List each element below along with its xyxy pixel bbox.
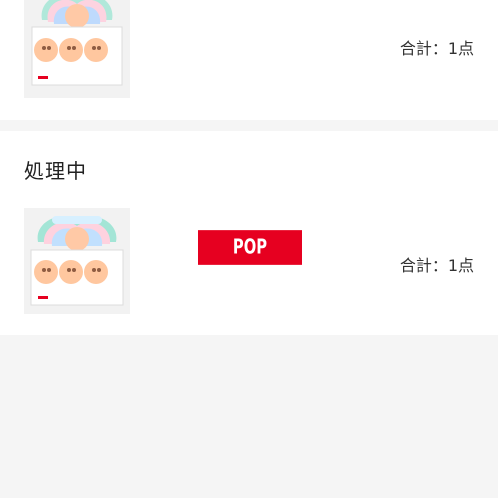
order-total: 合計：1点 — [399, 256, 474, 275]
order-status: 処理中 — [24, 159, 87, 183]
order-card[interactable]: 処理中 POP MART 合計：1点 — [0, 131, 498, 335]
blind-box-product-image — [24, 208, 130, 314]
product-image[interactable] — [24, 208, 130, 314]
product-image[interactable] — [24, 0, 130, 98]
blind-box-product-image — [24, 0, 130, 98]
order-card[interactable]: 合計：1点 — [0, 0, 498, 120]
brand-logo: POP MART — [198, 230, 302, 294]
order-total: 合計：1点 — [399, 39, 474, 58]
